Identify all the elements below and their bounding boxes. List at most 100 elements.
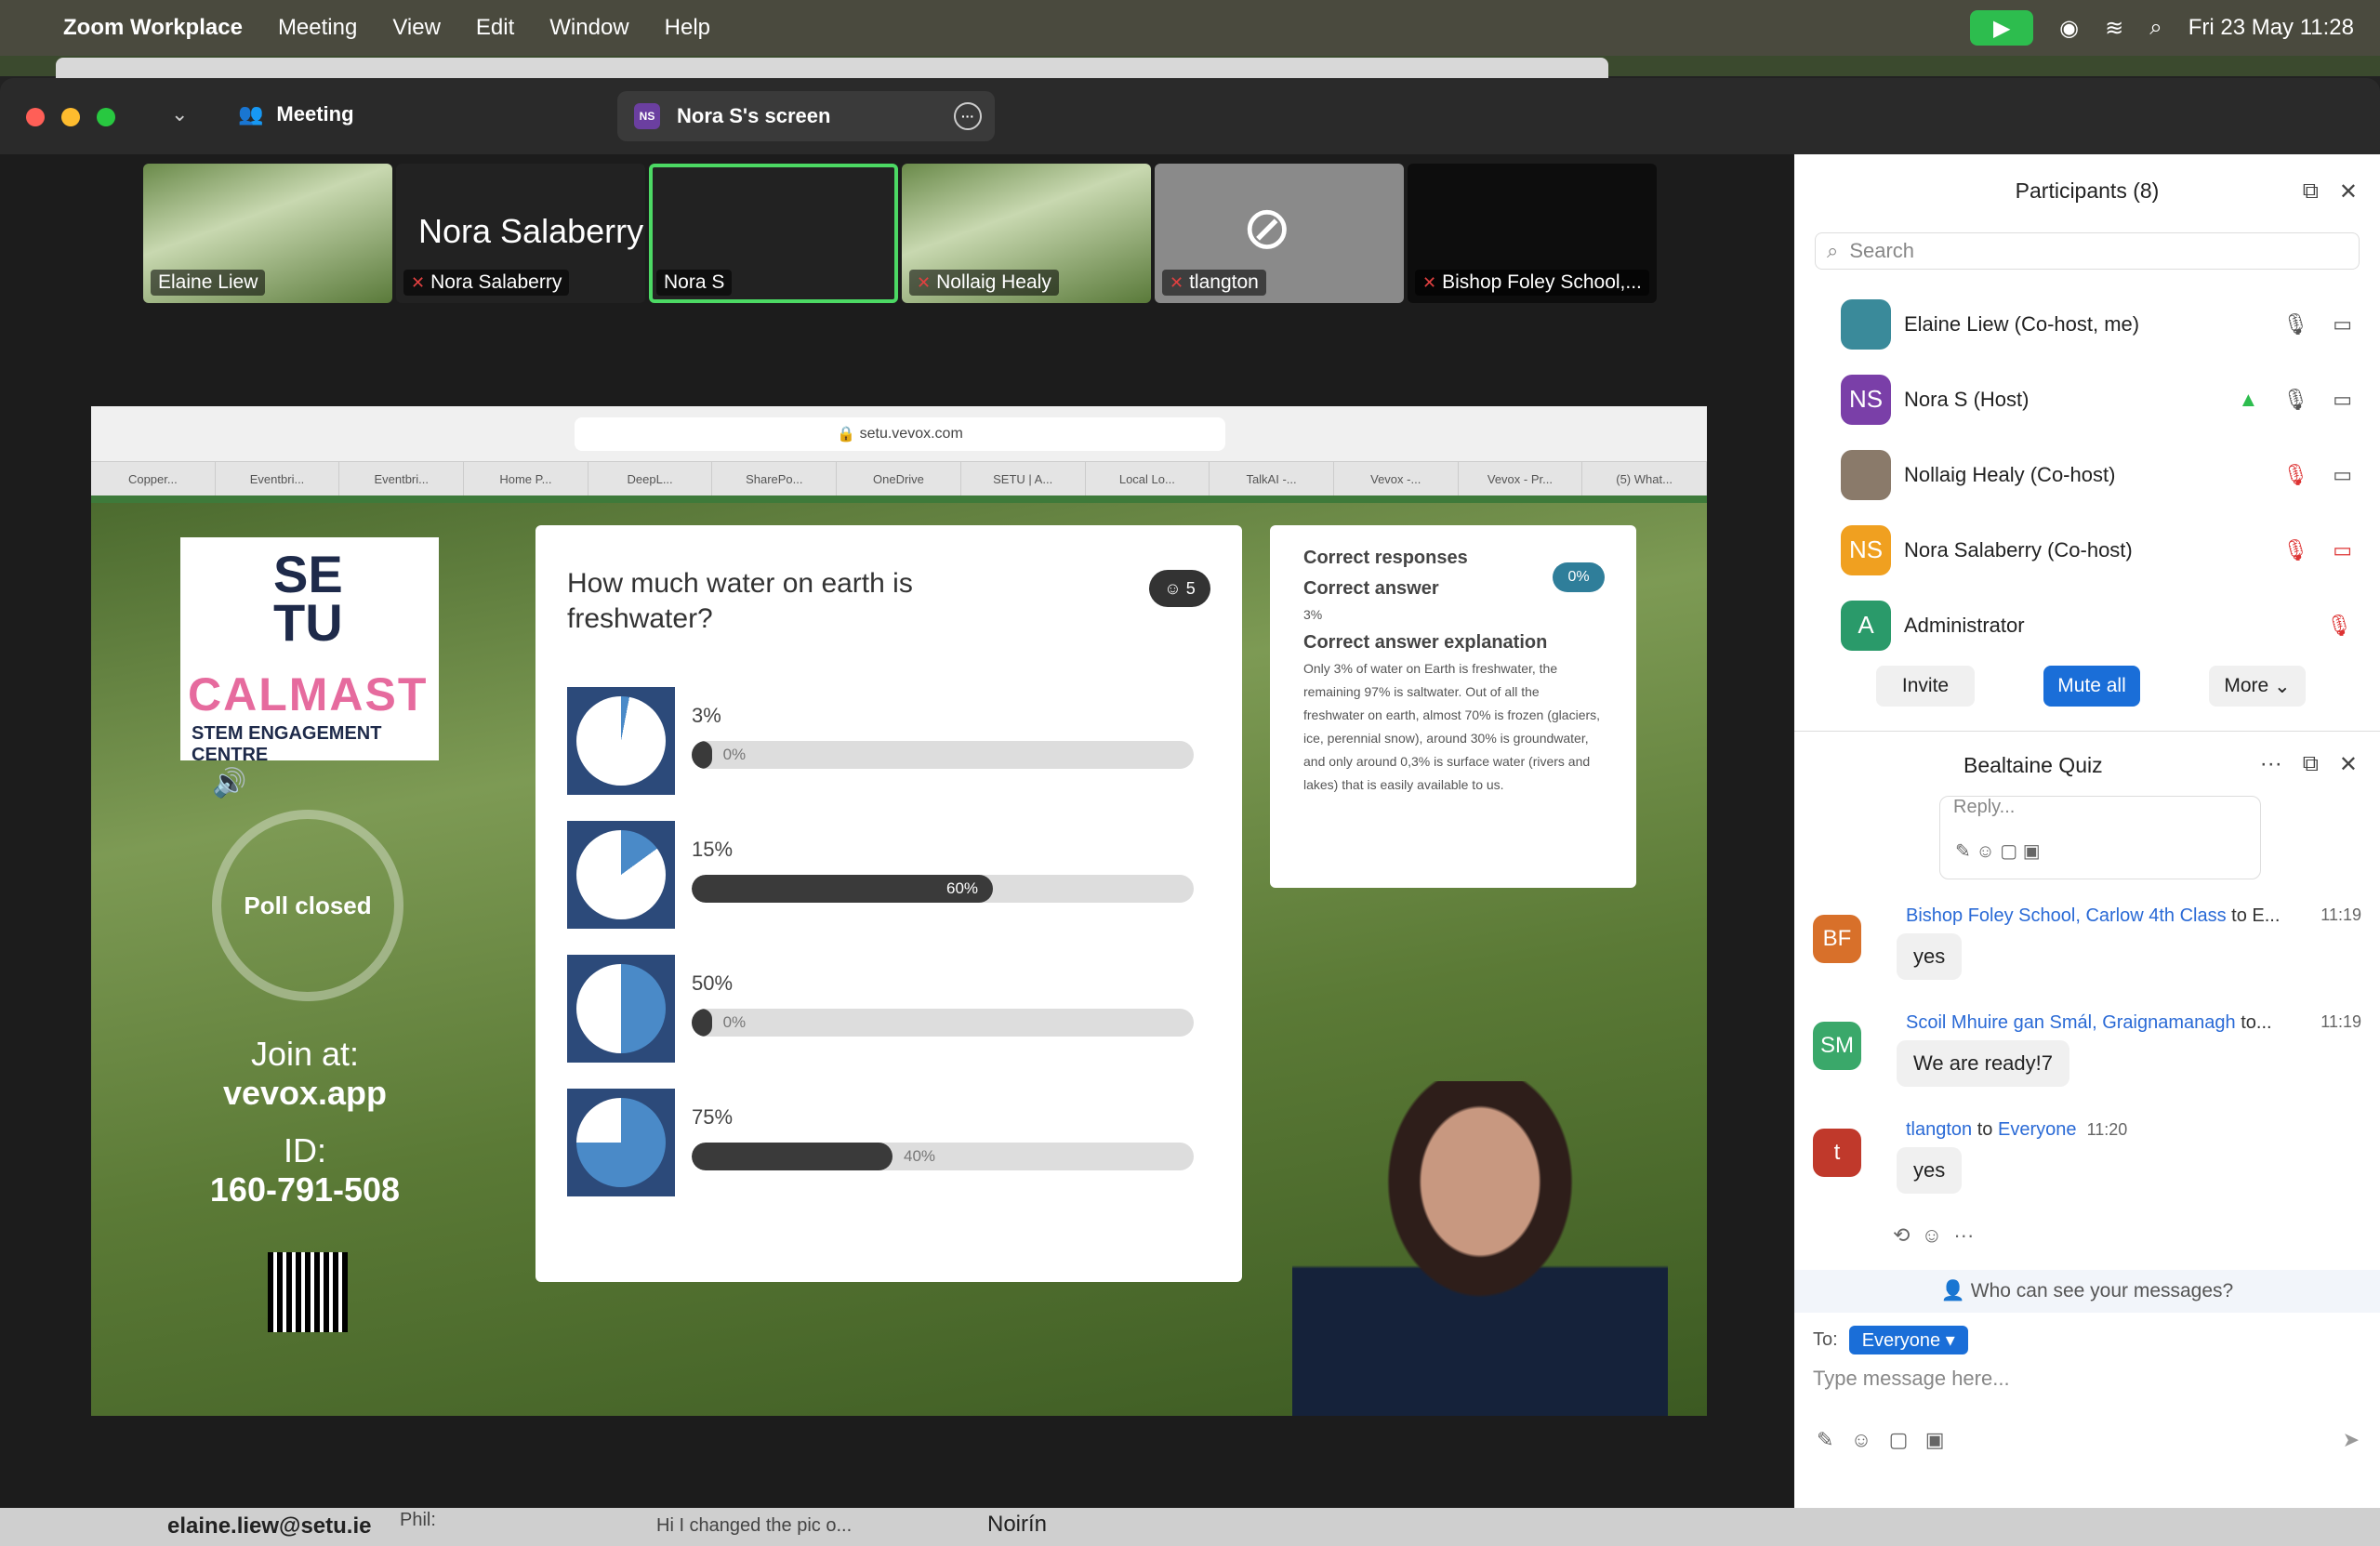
video-off-icon[interactable]: ▭ <box>2333 538 2352 562</box>
participant-row[interactable]: Nollaig Healy (Co-host) 🎙 ▭ <box>1794 437 2380 512</box>
poll-option: 15% 60% <box>567 821 1218 929</box>
menu-edit[interactable]: Edit <box>476 15 514 41</box>
video-icon[interactable]: ▭ <box>2333 312 2352 337</box>
thumbnail-nora-s[interactable]: Nora S <box>649 164 898 303</box>
menu-window[interactable]: Window <box>549 15 628 41</box>
message-time: 11:19 <box>2320 1012 2361 1031</box>
browser-tab[interactable]: Eventbri... <box>216 462 340 496</box>
thumb-big-name: Nora Salaberry <box>418 212 644 250</box>
to-label: To: <box>1813 1329 1838 1350</box>
more-button[interactable]: More ⌄ <box>2209 666 2306 707</box>
speaker-icon[interactable]: 🔊 <box>212 767 246 799</box>
menu-meeting[interactable]: Meeting <box>278 15 357 41</box>
maximize-window-button[interactable] <box>97 108 115 126</box>
participant-row[interactable]: Elaine Liew (Co-host, me) 🎙 ▭ <box>1794 286 2380 362</box>
calmast-logo-text: CALMAST <box>188 668 429 720</box>
mic-off-icon[interactable]: 🎙 <box>2326 614 2352 638</box>
format-icon[interactable]: ✎ ☺ ▢ ▣ <box>1955 839 2041 863</box>
thumbnail-nora-salaberry[interactable]: Nora Salaberry ✕ Nora Salaberry <box>396 164 645 303</box>
wifi-icon[interactable]: ≋ <box>2105 15 2123 42</box>
message-sender[interactable]: tlangton to Everyone 11:20 <box>1906 1119 2127 1141</box>
mic-icon[interactable]: 🎙 <box>2282 388 2308 412</box>
video-icon[interactable]: ▭ <box>2333 463 2352 487</box>
browser-tab[interactable]: OneDrive <box>837 462 961 496</box>
message-sender[interactable]: Scoil Mhuire gan Smál, Graignamanagh to.… <box>1906 1012 2272 1034</box>
option-pie <box>567 687 675 795</box>
thumbnail-elaine[interactable]: Elaine Liew <box>143 164 392 303</box>
who-can-see-link[interactable]: 👤 Who can see your messages? <box>1794 1270 2380 1313</box>
menu-view[interactable]: View <box>392 15 441 41</box>
send-icon[interactable]: ➤ <box>2343 1428 2360 1452</box>
browser-tab[interactable]: DeepL... <box>588 462 713 496</box>
video-icon[interactable]: ▭ <box>2333 388 2352 412</box>
recipient: to... <box>2241 1012 2272 1033</box>
thumbnail-bishop-foley[interactable]: ✕ Bishop Foley School,... <box>1408 164 1657 303</box>
participant-name: Elaine Liew (Co-host, me) <box>1904 311 2140 336</box>
participant-row[interactable]: A Administrator 🎙 <box>1794 588 2380 663</box>
browser-tab[interactable]: TalkAI -... <box>1210 462 1334 496</box>
popout-icon[interactable]: ⧉ <box>2303 751 2319 778</box>
browser-tab[interactable]: SETU | A... <box>961 462 1086 496</box>
setu-calmast-logo: SE TU CALMAST STEM ENGAGEMENT CENTRE <box>180 537 439 765</box>
avatar: BF <box>1813 915 1861 963</box>
participant-row[interactable]: NS Nora S (Host) ▲ 🎙 ▭ <box>1794 362 2380 437</box>
message-input[interactable]: Type message here... <box>1813 1367 2010 1391</box>
minimize-window-button[interactable] <box>61 108 80 126</box>
screen-share-pill[interactable]: NS Nora S's screen ··· <box>617 91 995 141</box>
option-pie <box>567 821 675 929</box>
mic-off-icon[interactable]: 🎙 <box>2282 463 2308 487</box>
browser-tab[interactable]: Home P... <box>464 462 588 496</box>
browser-tab[interactable]: Local Lo... <box>1086 462 1210 496</box>
meeting-info[interactable]: 👥 Meeting <box>238 102 354 126</box>
search-icon[interactable]: ⌕ <box>2149 15 2162 41</box>
mic-icon[interactable]: 🎙 <box>2282 312 2308 337</box>
message-text: We are ready!7 <box>1897 1040 2070 1087</box>
browser-tab[interactable]: SharePo... <box>712 462 838 496</box>
browser-tab[interactable]: Eventbri... <box>339 462 465 496</box>
mic-off-icon[interactable]: 🎙 <box>2282 538 2308 562</box>
to-value: Everyone <box>1861 1330 1941 1351</box>
zoom-icon[interactable]: ◉ <box>2059 15 2079 42</box>
correct-pct-badge: 0% <box>1553 562 1605 592</box>
popout-icon[interactable]: ⧉ <box>2303 178 2319 205</box>
chevron-down-icon[interactable]: ⌄ <box>171 102 188 126</box>
browser-tabs: Copper... Eventbri... Eventbri... Home P… <box>91 462 1707 496</box>
browser-tab[interactable]: (5) What... <box>1582 462 1707 496</box>
video-status-icon[interactable]: ▶ <box>1970 10 2034 46</box>
invite-button[interactable]: Invite <box>1876 666 1975 707</box>
thumbnail-tlangton[interactable]: ⊘ ✕ tlangton <box>1155 164 1404 303</box>
url-bar[interactable]: 🔒 setu.vevox.com <box>575 417 1225 451</box>
message-actions[interactable]: ⟲ ☺ ··· <box>1893 1223 1974 1248</box>
more-options-icon[interactable]: ··· <box>954 102 982 130</box>
browser-tab[interactable]: Vevox -... <box>1334 462 1459 496</box>
participant-row[interactable]: NS Nora Salaberry (Co-host) 🎙 ▭ <box>1794 512 2380 588</box>
menu-help[interactable]: Help <box>665 15 710 41</box>
close-icon[interactable]: ✕ <box>2339 178 2358 205</box>
thumbnail-nollaig[interactable]: ✕ Nollaig Healy <box>902 164 1151 303</box>
avatar: A <box>1841 600 1891 651</box>
email-text: elaine.liew@setu.ie <box>167 1513 372 1539</box>
participant-search[interactable]: ⌕ Search <box>1815 232 2360 270</box>
close-icon[interactable]: ✕ <box>2339 751 2358 778</box>
browser-tab[interactable]: Copper... <box>91 462 216 496</box>
browser-tab[interactable]: Vevox - Pr... <box>1459 462 1583 496</box>
participant-name: Nollaig Healy (Co-host) <box>1904 462 2116 486</box>
option-pct: 0% <box>722 746 747 763</box>
close-window-button[interactable] <box>26 108 45 126</box>
more-icon[interactable]: ··· <box>2260 751 2282 778</box>
qr-code <box>268 1252 348 1332</box>
background-window <box>56 58 1608 78</box>
browser-toolbar: 🔒 setu.vevox.com <box>91 406 1707 462</box>
composer-toolbar[interactable]: ✎ ☺ ▢ ▣ <box>1817 1428 1944 1452</box>
avatar: NS <box>1841 374 1891 425</box>
recipient-select[interactable]: To: Everyone ▾ <box>1813 1326 1968 1354</box>
avatar <box>1841 298 1891 350</box>
everyone-dropdown[interactable]: Everyone ▾ <box>1848 1326 1968 1354</box>
app-name[interactable]: Zoom Workplace <box>63 15 243 41</box>
thumb-name: Elaine Liew <box>158 271 258 293</box>
message-sender[interactable]: Bishop Foley School, Carlow 4th Class to… <box>1906 905 2280 927</box>
snippet-text: Hi I changed the pic o... <box>656 1515 853 1536</box>
datetime[interactable]: Fri 23 May 11:28 <box>2188 15 2354 41</box>
mute-all-button[interactable]: Mute all <box>2043 666 2140 707</box>
reply-box[interactable]: Reply... ✎ ☺ ▢ ▣ <box>1939 796 2261 879</box>
